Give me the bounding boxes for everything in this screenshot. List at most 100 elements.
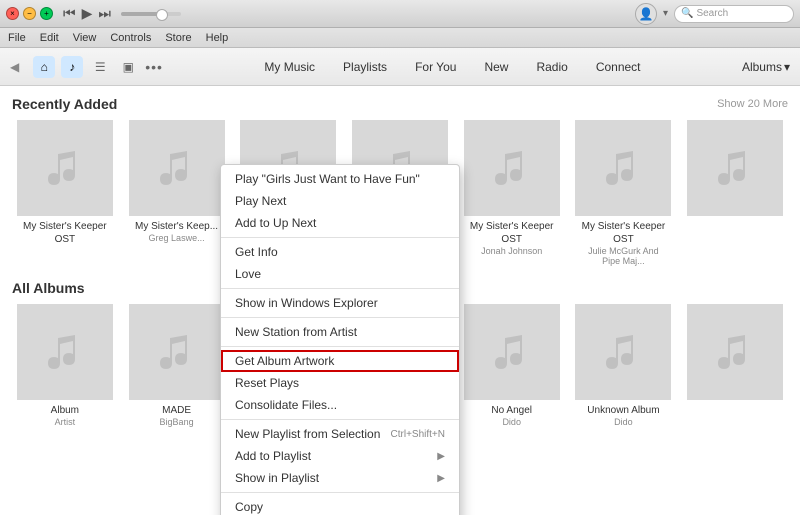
cm-separator: [221, 419, 459, 420]
album-art: [687, 304, 783, 400]
menu-help[interactable]: Help: [206, 32, 229, 44]
album-item[interactable]: [682, 120, 788, 266]
cm-play-girls[interactable]: Play "Girls Just Want to Have Fun": [221, 168, 459, 190]
menu-controls[interactable]: Controls: [110, 32, 151, 44]
cm-add-up-next[interactable]: Add to Up Next: [221, 212, 459, 234]
cm-reset-plays[interactable]: Reset Plays: [221, 372, 459, 394]
album-title: MADE: [162, 404, 191, 417]
cm-show-in-playlist[interactable]: Show in Playlist ▶: [221, 467, 459, 489]
album-item[interactable]: My Sister's Keep... Greg Laswe...: [124, 120, 230, 266]
album-item[interactable]: My Sister's Keeper OST: [12, 120, 118, 266]
all-albums-title: All Albums: [12, 280, 85, 296]
album-title: Unknown Album: [587, 404, 659, 417]
show-more-recent[interactable]: Show 20 More: [717, 98, 788, 110]
cm-arrow-icon: ▶: [437, 451, 445, 462]
album-art: [575, 304, 671, 400]
tab-playlists[interactable]: Playlists: [329, 55, 401, 79]
main-content: Recently Added Show 20 More My Sister's …: [0, 86, 800, 515]
album-item[interactable]: Album Artist: [12, 304, 118, 427]
menu-bar: File Edit View Controls Store Help: [0, 28, 800, 48]
play-button[interactable]: ▶: [82, 5, 93, 22]
home-icon[interactable]: ⌂: [33, 56, 55, 78]
cm-copy[interactable]: Copy: [221, 496, 459, 515]
search-placeholder: Search: [696, 8, 728, 19]
album-art: [464, 120, 560, 216]
cm-get-info[interactable]: Get Info: [221, 241, 459, 263]
album-art: [129, 304, 225, 400]
title-bar: × − + ⏮ ▶ ⏭ 👤 ▾ 🔍 Search: [0, 0, 800, 28]
albums-dropdown-arrow: ▾: [784, 60, 790, 74]
album-artist: Julie McGurk And Pipe Maj...: [578, 246, 668, 266]
cm-label: Show in Playlist: [235, 471, 319, 485]
album-artist: Artist: [55, 417, 76, 427]
album-title: My Sister's Keeper OST: [20, 220, 110, 246]
next-button[interactable]: ⏭: [98, 5, 111, 22]
tab-radio[interactable]: Radio: [522, 55, 581, 79]
menu-view[interactable]: View: [73, 32, 97, 44]
cm-get-album-artwork[interactable]: Get Album Artwork: [221, 350, 459, 372]
cm-consolidate-files[interactable]: Consolidate Files...: [221, 394, 459, 416]
user-button[interactable]: 👤: [635, 3, 657, 25]
tab-my-music[interactable]: My Music: [250, 55, 329, 79]
cm-separator: [221, 288, 459, 289]
album-artist: Dido: [502, 417, 521, 427]
tab-new[interactable]: New: [470, 55, 522, 79]
cm-add-to-playlist[interactable]: Add to Playlist ▶: [221, 445, 459, 467]
toolbar-icons: ⌂ ♪ ☰ ▣ •••: [33, 56, 163, 78]
menu-store[interactable]: Store: [165, 32, 191, 44]
cm-label: New Playlist from Selection: [235, 427, 380, 441]
album-item[interactable]: MADE BigBang: [124, 304, 230, 427]
album-title: Album: [51, 404, 79, 417]
album-art: [17, 304, 113, 400]
album-title: My Sister's Keeper OST: [578, 220, 668, 246]
album-item[interactable]: My Sister's Keeper OST Jonah Johnson: [459, 120, 565, 266]
album-item[interactable]: Unknown Album Dido: [571, 304, 677, 427]
cm-show-windows-explorer[interactable]: Show in Windows Explorer: [221, 292, 459, 314]
cm-label: Add to Playlist: [235, 449, 311, 463]
album-art: [575, 120, 671, 216]
album-item[interactable]: [682, 304, 788, 427]
nav-tabs: My Music Playlists For You New Radio Con…: [250, 55, 654, 79]
menu-edit[interactable]: Edit: [40, 32, 59, 44]
close-button[interactable]: ×: [6, 7, 19, 20]
list-icon[interactable]: ☰: [89, 56, 111, 78]
album-artist: Greg Laswe...: [149, 233, 205, 243]
cm-arrow-icon: ▶: [437, 473, 445, 484]
album-art: [129, 120, 225, 216]
search-box[interactable]: 🔍 Search: [674, 5, 794, 23]
back-arrow[interactable]: ◀: [10, 60, 19, 74]
cm-new-station[interactable]: New Station from Artist: [221, 321, 459, 343]
tab-connect[interactable]: Connect: [582, 55, 655, 79]
cm-separator: [221, 237, 459, 238]
minimize-button[interactable]: −: [23, 7, 36, 20]
more-options[interactable]: •••: [145, 59, 163, 75]
user-dropdown-arrow: ▾: [663, 8, 668, 19]
album-art: [464, 304, 560, 400]
display-icon[interactable]: ▣: [117, 56, 139, 78]
cm-play-next[interactable]: Play Next: [221, 190, 459, 212]
album-title: My Sister's Keeper OST: [467, 220, 557, 246]
prev-button[interactable]: ⏮: [63, 5, 76, 22]
album-item[interactable]: My Sister's Keeper OST Julie McGurk And …: [571, 120, 677, 266]
albums-button[interactable]: Albums ▾: [742, 60, 790, 74]
album-title: My Sister's Keep...: [135, 220, 218, 233]
recently-added-title: Recently Added: [12, 96, 117, 112]
nav-arrows: ◀: [10, 60, 19, 74]
maximize-button[interactable]: +: [40, 7, 53, 20]
cm-new-playlist-from-selection[interactable]: New Playlist from Selection Ctrl+Shift+N: [221, 423, 459, 445]
menu-file[interactable]: File: [8, 32, 26, 44]
albums-label: Albums: [742, 60, 782, 74]
album-artist: BigBang: [160, 417, 194, 427]
music-icon[interactable]: ♪: [61, 56, 83, 78]
search-icon: 🔍: [681, 8, 693, 19]
context-menu: Play "Girls Just Want to Have Fun" Play …: [220, 164, 460, 515]
window-controls: × − +: [6, 7, 53, 20]
album-item[interactable]: No Angel Dido: [459, 304, 565, 427]
title-bar-right: 👤 ▾ 🔍 Search: [635, 3, 794, 25]
tab-for-you[interactable]: For You: [401, 55, 470, 79]
cm-separator: [221, 317, 459, 318]
cm-separator: [221, 492, 459, 493]
cm-love[interactable]: Love: [221, 263, 459, 285]
volume-slider[interactable]: [121, 12, 181, 16]
cm-shortcut: Ctrl+Shift+N: [391, 429, 445, 440]
